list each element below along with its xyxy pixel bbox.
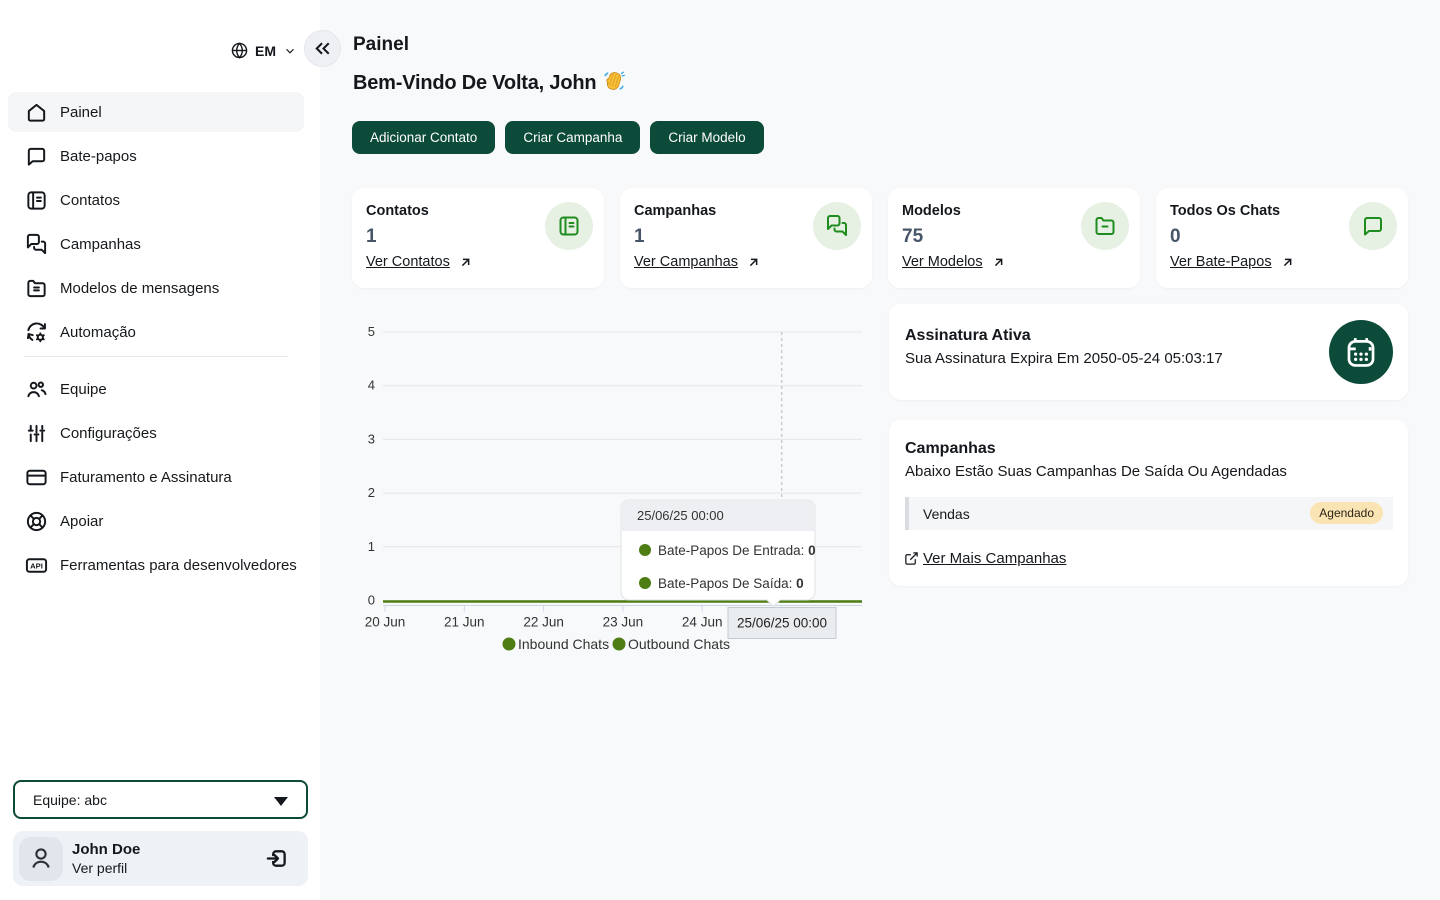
- svg-text:Bate-Papos De Entrada: 0: Bate-Papos De Entrada: 0: [658, 543, 816, 558]
- svg-text:24 Jun: 24 Jun: [682, 615, 723, 630]
- svg-text:API: API: [30, 561, 43, 570]
- svg-text:22 Jun: 22 Jun: [523, 615, 564, 630]
- svg-text:0: 0: [368, 593, 375, 608]
- svg-text:25/06/25 00:00: 25/06/25 00:00: [637, 508, 724, 523]
- svg-text:5: 5: [368, 324, 375, 339]
- svg-text:3: 3: [368, 431, 375, 446]
- svg-text:23 Jun: 23 Jun: [603, 615, 644, 630]
- svg-text:20 Jun: 20 Jun: [365, 615, 406, 630]
- svg-text:1: 1: [368, 539, 375, 554]
- svg-text:Outbound Chats: Outbound Chats: [628, 636, 730, 652]
- svg-text:2: 2: [368, 485, 375, 500]
- svg-text:4: 4: [368, 378, 375, 393]
- svg-text:25/06/25 00:00: 25/06/25 00:00: [737, 616, 827, 631]
- svg-text:Inbound Chats: Inbound Chats: [518, 636, 609, 652]
- svg-text:Bate-Papos De Saída: 0: Bate-Papos De Saída: 0: [658, 576, 804, 591]
- svg-text:21 Jun: 21 Jun: [444, 615, 485, 630]
